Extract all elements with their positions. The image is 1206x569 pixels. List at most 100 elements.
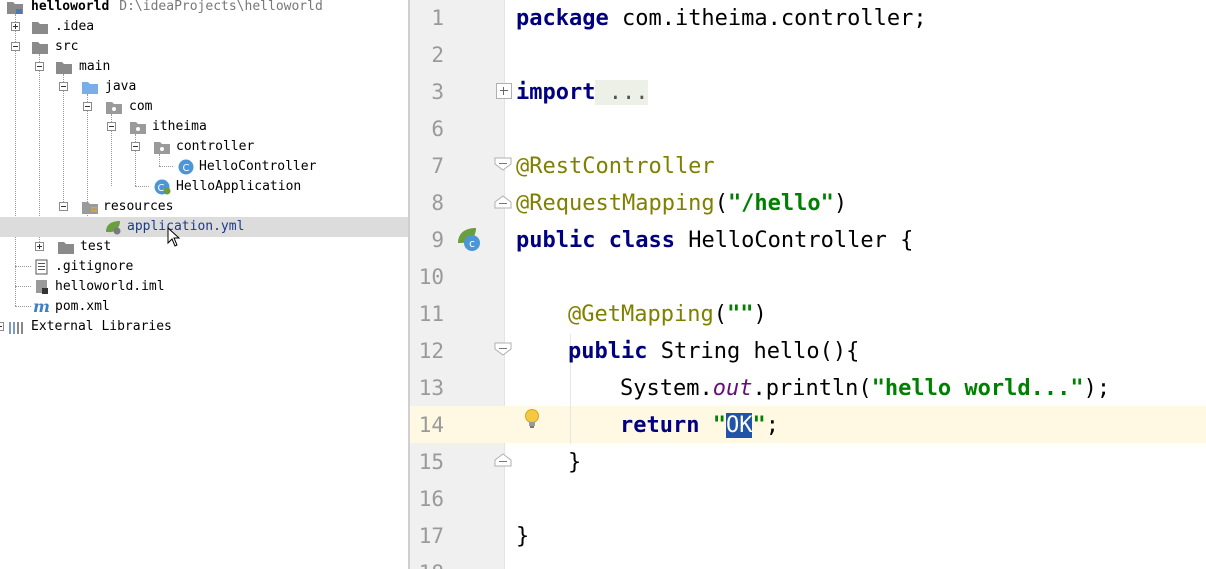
tree-node-label: .idea [55, 19, 95, 34]
tree-node-test[interactable]: test [0, 237, 408, 257]
tree-node-label: controller [176, 139, 255, 154]
code-line-17[interactable]: } [516, 518, 529, 555]
source-folder-icon [82, 82, 98, 94]
fold-start-icon[interactable] [494, 342, 512, 356]
tree-node-helloworld-iml[interactable]: helloworld.iml [0, 277, 408, 297]
tree-node-gitignore[interactable]: .gitignore [0, 257, 408, 277]
expand-icon[interactable] [35, 242, 44, 251]
code-editor[interactable]: 1 2 3 6 7 8 9 10 11 12 13 14 15 16 17 18… [410, 0, 1206, 569]
line-number: 13 [418, 376, 444, 400]
package-icon [154, 142, 170, 154]
code-line-14[interactable]: return "OK"; [620, 407, 779, 444]
line-number: 7 [431, 154, 444, 178]
tree-node-application-yml[interactable]: application.yml [0, 217, 408, 247]
collapse-icon[interactable] [59, 202, 68, 211]
collapse-icon[interactable] [35, 62, 44, 71]
line-number: 15 [418, 450, 444, 474]
code-line-12[interactable]: public String hello(){ [568, 333, 859, 370]
line-number: 3 [431, 80, 444, 104]
package-icon [130, 122, 146, 134]
tree-node-com[interactable]: com [0, 97, 408, 117]
folder-icon [32, 22, 48, 34]
tree-node-external-libraries[interactable]: External Libraries [0, 317, 408, 337]
fold-end-icon[interactable] [494, 195, 512, 209]
tree-node-java[interactable]: java [0, 77, 408, 97]
tree-node-itheima[interactable]: itheima [0, 117, 408, 137]
line-number: 10 [418, 265, 444, 289]
selected-text[interactable]: OK [725, 413, 753, 438]
expand-icon[interactable] [11, 22, 20, 31]
class-icon: C [178, 159, 194, 175]
tree-node-label: External Libraries [31, 319, 172, 334]
svg-text:C: C [183, 163, 190, 174]
tree-node-label: main [79, 59, 111, 74]
code-line-13[interactable]: System.out.println("hello world..."); [620, 370, 1110, 407]
root-label: helloworld D:\ideaProjects\helloworld [31, 0, 323, 14]
tree-node-src[interactable]: src [0, 37, 408, 57]
tree-node-label: HelloApplication [176, 179, 302, 194]
code-line-3[interactable]: import ... [516, 74, 649, 111]
line-number: 11 [418, 302, 444, 326]
tree-node-main[interactable]: main [0, 57, 408, 77]
tree-node-label: HelloController [199, 159, 317, 174]
folder-icon [32, 42, 48, 54]
tree-node-controller[interactable]: controller [0, 137, 408, 157]
tree-node-label: com [129, 99, 153, 114]
tree-node-label: src [55, 39, 79, 54]
tree-node-label: helloworld.iml [55, 279, 165, 294]
folder-icon [58, 242, 74, 254]
code-line-1[interactable]: package com.itheima.controller; [516, 0, 927, 37]
collapse-icon[interactable] [59, 82, 68, 91]
fold-end-icon[interactable] [494, 453, 512, 467]
resources-folder-icon [82, 202, 98, 214]
maven-icon: m [33, 297, 50, 316]
svg-text:c: c [469, 237, 475, 250]
fold-start-icon[interactable] [494, 157, 512, 171]
spring-boot-class-icon: C [154, 179, 171, 195]
tree-node-label: test [80, 239, 112, 254]
folded-imports[interactable]: ... [595, 80, 649, 105]
module-folder-icon [7, 2, 23, 14]
expand-icon[interactable] [0, 322, 4, 331]
code-line-15[interactable]: } [568, 444, 581, 481]
line-number: 9 [431, 228, 444, 252]
tree-node-helloapplication[interactable]: C HelloApplication [0, 177, 408, 197]
folder-icon [56, 62, 72, 74]
collapse-icon[interactable] [11, 42, 20, 51]
tree-node-label: resources [103, 199, 174, 214]
package-icon [106, 102, 122, 114]
collapse-icon[interactable] [131, 142, 140, 151]
line-number: 6 [431, 117, 444, 141]
line-number: 18 [410, 555, 444, 569]
line-number: 8 [431, 191, 444, 215]
code-line-8[interactable]: @RequestMapping("/hello") [516, 185, 847, 222]
code-line-9[interactable]: public class HelloController { [516, 222, 913, 259]
code-line-7[interactable]: @RestController [516, 148, 715, 185]
tree-node-label: java [105, 79, 137, 94]
collapse-icon[interactable] [83, 102, 92, 111]
tree-node-label: application.yml [127, 219, 245, 234]
module-file-icon [36, 280, 48, 294]
line-number: 14 [418, 413, 444, 437]
svg-text:C: C [158, 183, 165, 194]
tree-node-label: itheima [152, 119, 207, 134]
line-number: 16 [418, 487, 444, 511]
tree-node-hellocontroller[interactable]: C HelloController [0, 157, 408, 177]
spring-bean-icon[interactable]: c [456, 225, 484, 253]
tree-node-label: pom.xml [55, 299, 110, 314]
text-file-icon [35, 259, 48, 275]
tree-node-idea[interactable]: .idea [0, 17, 408, 37]
expand-fold-icon[interactable] [496, 83, 512, 99]
root-path: D:\ideaProjects\helloworld [119, 0, 323, 14]
tree-node-root[interactable]: helloworld D:\ideaProjects\helloworld [0, 0, 408, 17]
project-tree-panel: helloworld D:\ideaProjects\helloworld .id… [0, 0, 408, 569]
lightbulb-icon[interactable] [524, 408, 540, 430]
tree-node-pom-xml[interactable]: m pom.xml [0, 297, 408, 317]
line-number: 17 [418, 524, 444, 548]
line-number: 2 [431, 43, 444, 67]
tree-node-resources[interactable]: resources [0, 197, 408, 217]
code-line-11[interactable]: @GetMapping("") [568, 296, 767, 333]
line-number: 1 [431, 6, 444, 30]
collapse-icon[interactable] [107, 122, 116, 131]
line-number: 12 [418, 339, 444, 363]
